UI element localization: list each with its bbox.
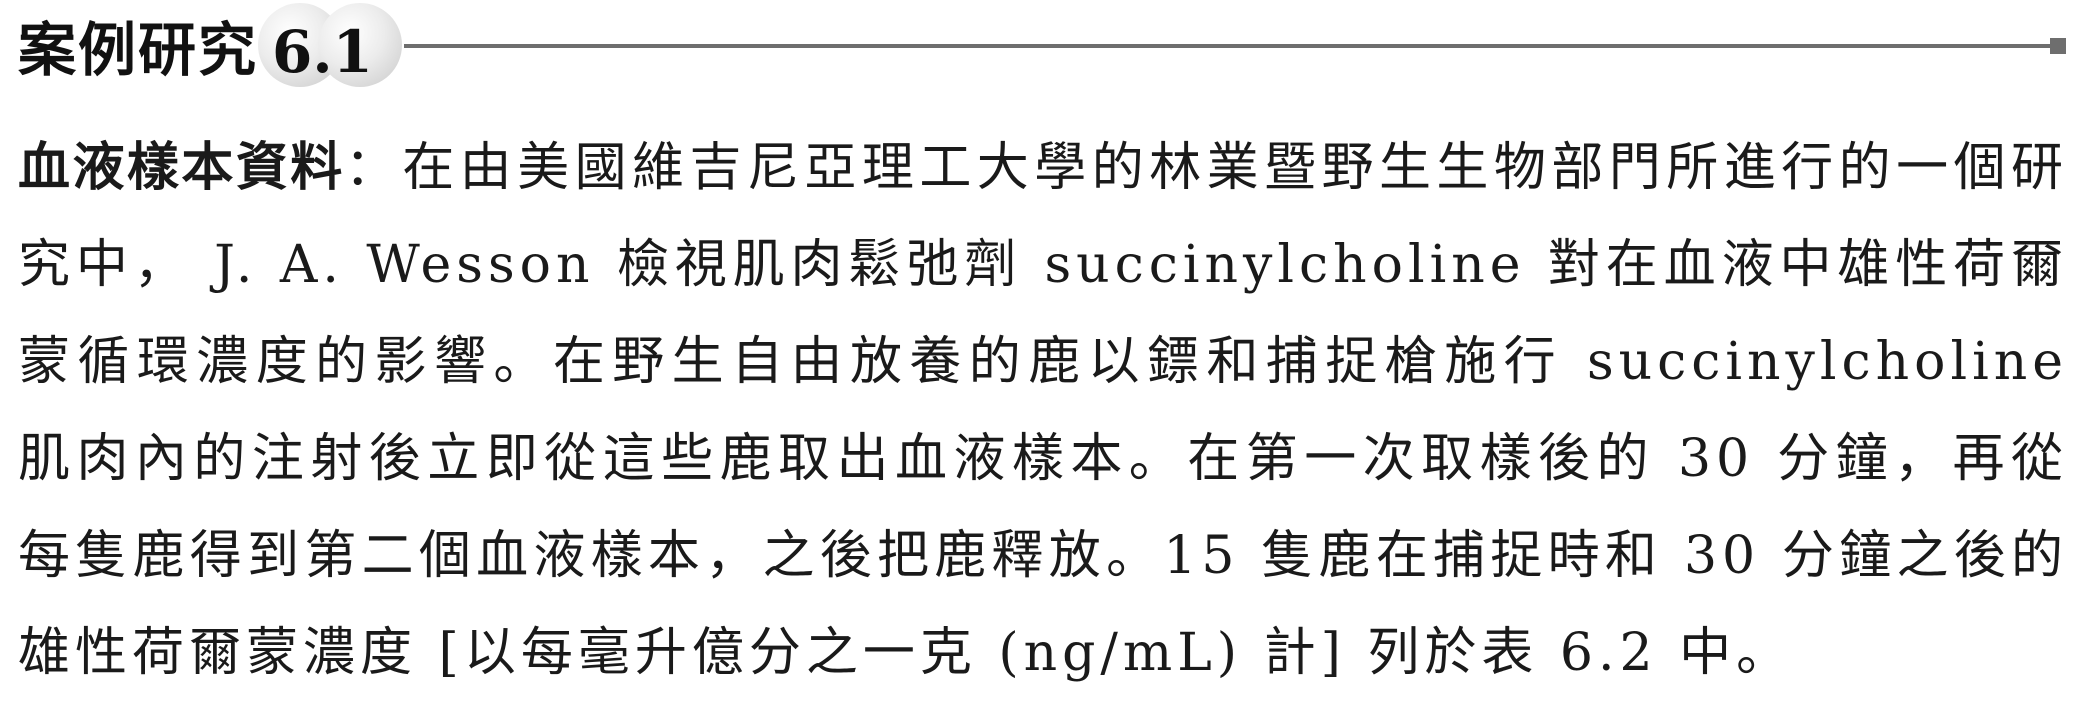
case-study-label: 案例研究: [18, 16, 259, 84]
case-study-header: 案例研究 6.1: [0, 0, 2083, 100]
lead-separator: ：: [344, 138, 403, 198]
case-study-number: 6.1: [272, 18, 373, 86]
header-rule: [404, 44, 2054, 48]
paragraph-text: 在由美國維吉尼亞理工大學的林業暨野生生物部門所進行的一個研究中， J. A. W…: [18, 138, 2068, 683]
paragraph-lead-heading: 血液樣本資料: [18, 138, 345, 198]
case-study-paragraph: 血液樣本資料：在由美國維吉尼亞理工大學的林業暨野生生物部門所進行的一個研究中， …: [18, 120, 2068, 702]
header-rule-end-marker: [2050, 38, 2066, 54]
